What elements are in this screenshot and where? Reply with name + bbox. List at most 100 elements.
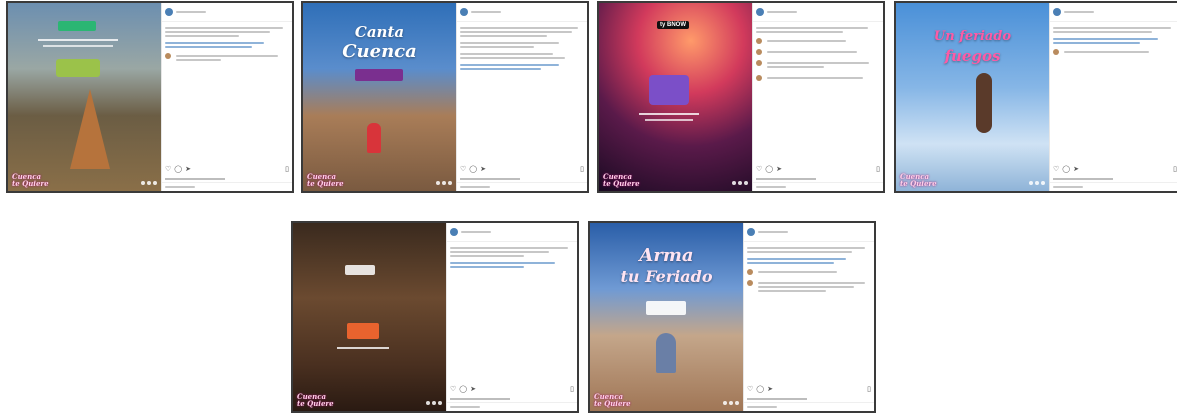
share-icon[interactable]: ➤ — [470, 386, 476, 393]
partner-logos — [723, 401, 739, 405]
heart-icon[interactable]: ♡ — [756, 166, 762, 173]
avatar[interactable] — [756, 38, 762, 44]
post-sidebar: ♡ ◯ ➤ ▯ — [446, 223, 577, 411]
brand-logo: Cuenca te Quiere — [307, 172, 344, 188]
bookmark-icon[interactable]: ▯ — [285, 166, 289, 173]
share-icon[interactable]: ➤ — [776, 166, 782, 173]
bookmark-icon[interactable]: ▯ — [867, 386, 871, 393]
heart-icon[interactable]: ♡ — [747, 386, 753, 393]
comment-icon[interactable]: ◯ — [756, 386, 764, 393]
bookmark-icon[interactable]: ▯ — [876, 166, 880, 173]
title-line-2: Cuenca — [342, 41, 417, 62]
bookmark-icon[interactable]: ▯ — [580, 166, 584, 173]
comment-icon[interactable]: ◯ — [469, 166, 477, 173]
post-sidebar: ♡ ◯ ➤ ▯ — [752, 3, 883, 191]
comment-icon[interactable]: ◯ — [459, 386, 467, 393]
post-image[interactable]: Cuenca te Quiere — [8, 3, 161, 191]
title-line-1: Canta — [354, 23, 405, 41]
promo-badge — [58, 21, 96, 31]
promo-box — [56, 59, 100, 77]
partner-logos — [141, 181, 157, 185]
post-image[interactable]: ty BNOW Cuenca te Quiere — [599, 3, 752, 191]
avatar[interactable] — [1053, 49, 1059, 55]
comment-icon[interactable]: ◯ — [765, 166, 773, 173]
heart-icon[interactable]: ♡ — [450, 386, 456, 393]
avatar[interactable] — [756, 75, 762, 81]
dome-shape — [656, 333, 676, 373]
heart-icon[interactable]: ♡ — [1053, 166, 1059, 173]
post-card-3[interactable]: ty BNOW Cuenca te Quiere ♡ ◯ ➤ ▯ — [597, 1, 885, 193]
partner-logos — [426, 401, 442, 405]
add-comment-field[interactable] — [744, 402, 874, 411]
avatar[interactable] — [450, 228, 458, 236]
post-sidebar: ♡ ◯ ➤ ▯ — [161, 3, 292, 191]
avatar[interactable] — [756, 8, 764, 16]
title-line-1: Un feriado — [933, 29, 1012, 44]
add-comment-field[interactable] — [162, 182, 292, 191]
post-card-4[interactable]: Un feriado fuegos Cuenca te Quiere ♡ ◯ ➤ ▯ — [894, 1, 1177, 193]
post-card-2[interactable]: Canta Cuenca Cuenca te Quiere ♡ ◯ ➤ ▯ — [301, 1, 589, 193]
post-image[interactable]: Arma tu Feriado Cuenca te Quiere — [590, 223, 743, 411]
brand-logo: Cuenca te Quiere — [12, 172, 49, 188]
share-icon[interactable]: ➤ — [767, 386, 773, 393]
caption-line — [43, 45, 113, 47]
brand-logo: Cuenca te Quiere — [900, 172, 937, 188]
brand-logo: Cuenca te Quiere — [297, 392, 334, 408]
title-line-2: tu Feriado — [620, 267, 713, 286]
add-comment-field[interactable] — [457, 182, 587, 191]
avatar[interactable] — [165, 53, 171, 59]
post-image[interactable]: Cuenca te Quiere — [293, 223, 446, 411]
share-icon[interactable]: ➤ — [185, 166, 191, 173]
likes-count — [450, 398, 510, 400]
avatar[interactable] — [460, 8, 468, 16]
brand-badge: ty BNOW — [657, 21, 689, 29]
likes-count — [165, 178, 225, 180]
bookmark-icon[interactable]: ▯ — [1173, 166, 1177, 173]
brand-badge — [345, 265, 375, 275]
likes-count — [756, 178, 816, 180]
player-shape — [976, 73, 992, 133]
likes-count — [747, 398, 807, 400]
promo-box — [649, 75, 689, 105]
post-image[interactable]: Canta Cuenca Cuenca te Quiere — [303, 3, 456, 191]
add-comment-field[interactable] — [447, 402, 577, 411]
add-comment-field[interactable] — [1050, 182, 1177, 191]
title-line-2: fuegos — [944, 47, 1001, 65]
post-image[interactable]: Un feriado fuegos Cuenca te Quiere — [896, 3, 1049, 191]
dancer-shape — [367, 123, 381, 153]
title-line-1: Arma — [639, 245, 694, 266]
cathedral-shape — [70, 89, 110, 169]
post-card-1[interactable]: Cuenca te Quiere ♡ ◯ ➤ ▯ — [6, 1, 294, 193]
avatar[interactable] — [747, 280, 753, 286]
brand-logo: Cuenca te Quiere — [603, 172, 640, 188]
caption-line — [38, 39, 118, 41]
caption-line — [337, 347, 389, 349]
add-comment-field[interactable] — [753, 182, 883, 191]
avatar[interactable] — [756, 60, 762, 66]
avatar[interactable] — [756, 49, 762, 55]
comment-icon[interactable]: ◯ — [1062, 166, 1070, 173]
partner-logos — [732, 181, 748, 185]
post-sidebar: ♡ ◯ ➤ ▯ — [456, 3, 587, 191]
comment-icon[interactable]: ◯ — [174, 166, 182, 173]
avatar[interactable] — [1053, 8, 1061, 16]
share-icon[interactable]: ➤ — [480, 166, 486, 173]
post-sidebar: ♡ ◯ ➤ ▯ — [743, 223, 874, 411]
share-icon[interactable]: ➤ — [1073, 166, 1079, 173]
promo-box — [347, 323, 379, 339]
promo-badge — [355, 69, 403, 81]
post-sidebar: ♡ ◯ ➤ ▯ — [1049, 3, 1177, 191]
partner-logos — [1029, 181, 1045, 185]
post-card-6[interactable]: Arma tu Feriado Cuenca te Quiere ♡ ◯ ➤ ▯ — [588, 221, 876, 413]
avatar[interactable] — [747, 228, 755, 236]
heart-icon[interactable]: ♡ — [460, 166, 466, 173]
caption-line — [639, 113, 699, 115]
post-card-5[interactable]: Cuenca te Quiere ♡ ◯ ➤ ▯ — [291, 221, 579, 413]
likes-count — [460, 178, 520, 180]
heart-icon[interactable]: ♡ — [165, 166, 171, 173]
avatar[interactable] — [165, 8, 173, 16]
bookmark-icon[interactable]: ▯ — [570, 386, 574, 393]
avatar[interactable] — [747, 269, 753, 275]
promo-box — [646, 301, 686, 315]
partner-logos — [436, 181, 452, 185]
